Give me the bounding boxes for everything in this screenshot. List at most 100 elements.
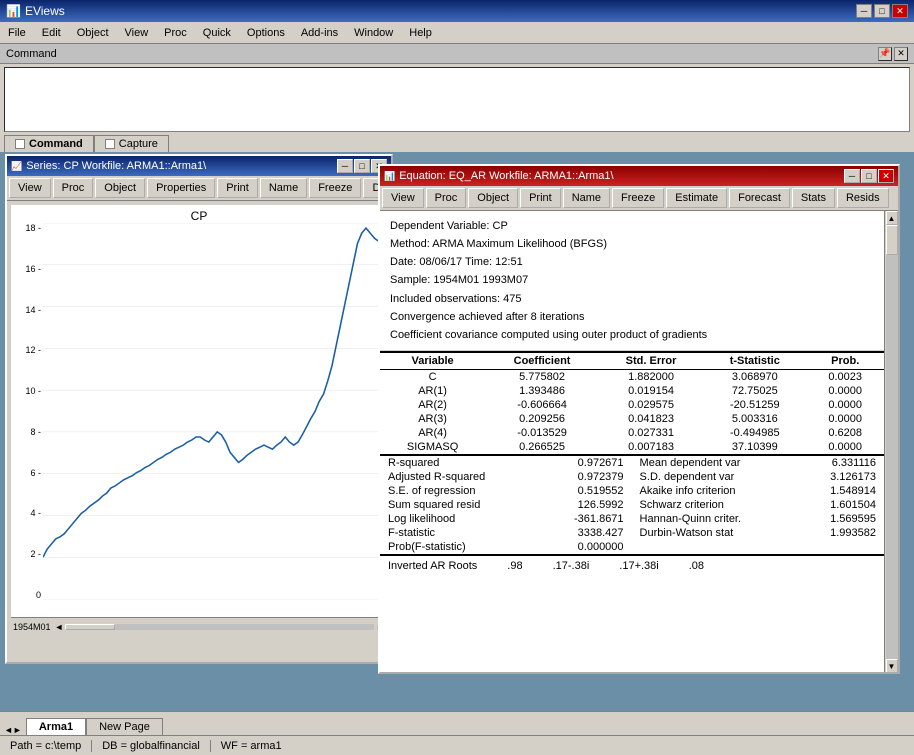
status-path: Path = c:\temp (0, 740, 92, 752)
command-bar-label: Command (6, 48, 57, 60)
scrollbar-thumb[interactable] (65, 624, 115, 630)
series-window: 📈 Series: CP Workfile: ARMA1::Arma1\ ─ □… (5, 154, 393, 664)
series-object-btn[interactable]: Object (95, 178, 145, 198)
chart-title: CP (11, 205, 387, 225)
menu-file[interactable]: File (0, 25, 34, 41)
scroll-down-btn[interactable]: ▼ (886, 659, 898, 673)
series-properties-btn[interactable]: Properties (147, 178, 215, 198)
stats-row: S.E. of regression 0.519552 Akaike info … (380, 484, 884, 498)
eq-window-titlebar: 📊 Equation: EQ_AR Workfile: ARMA1::Arma1… (380, 166, 898, 186)
tab-new-page[interactable]: New Page (86, 718, 163, 735)
stats-row: Sum squared resid 126.5992 Schwarz crite… (380, 498, 884, 512)
col-header-coefficient: Coefficient (485, 352, 599, 370)
series-minimize-btn[interactable]: ─ (337, 159, 353, 173)
tab-scroll-left[interactable]: ◄ (4, 725, 13, 735)
tab-scroll-right[interactable]: ► (13, 725, 22, 735)
eq-stats-btn[interactable]: Stats (792, 188, 835, 208)
eq-footer: Inverted AR Roots .98 .17-.38i .17+.38i … (380, 556, 884, 576)
maximize-button[interactable]: □ (874, 4, 890, 18)
y-axis: 18 - 16 - 14 - 12 - 10 - 8 - 6 - 4 - 2 -… (13, 223, 41, 600)
series-name-btn[interactable]: Name (260, 178, 307, 198)
tab-command[interactable]: Command (4, 135, 94, 152)
series-print-btn[interactable]: Print (217, 178, 258, 198)
eq-name-btn[interactable]: Name (563, 188, 610, 208)
eq-info-line-1: Dependent Variable: CP (390, 217, 874, 235)
window-controls: ─ □ ✕ (856, 4, 908, 18)
menu-proc[interactable]: Proc (156, 25, 195, 41)
series-toolbar: View Proc Object Properties Print Name F… (7, 176, 391, 201)
eq-resids-btn[interactable]: Resids (837, 188, 889, 208)
eq-view-btn[interactable]: View (382, 188, 424, 208)
eq-print-btn[interactable]: Print (520, 188, 561, 208)
command-close-button[interactable]: ✕ (894, 47, 908, 61)
eq-estimate-btn[interactable]: Estimate (666, 188, 727, 208)
eq-window-controls: ─ □ ✕ (844, 169, 894, 183)
table-row: AR(2) -0.606664 0.029575 -20.51259 0.000… (380, 398, 884, 412)
menu-options[interactable]: Options (239, 25, 293, 41)
series-view-btn[interactable]: View (9, 178, 51, 198)
eq-close-btn[interactable]: ✕ (878, 169, 894, 183)
series-proc-btn[interactable]: Proc (53, 178, 94, 198)
app-icon: 📊 (6, 4, 21, 18)
menu-window[interactable]: Window (346, 25, 401, 41)
bottom-nav: ◄ ► (4, 725, 22, 735)
eq-minimize-btn[interactable]: ─ (844, 169, 860, 183)
table-row: AR(1) 1.393486 0.019154 72.75025 0.0000 (380, 384, 884, 398)
eq-restore-btn[interactable]: □ (861, 169, 877, 183)
eq-scrollbar[interactable]: ▲ ▼ (884, 211, 898, 673)
eq-forecast-btn[interactable]: Forecast (729, 188, 790, 208)
tab-command-icon (15, 139, 25, 149)
stats-row: R-squared 0.972671 Mean dependent var 6.… (380, 456, 884, 470)
eq-info-line-5: Included observations: 475 (390, 290, 874, 308)
table-row: AR(4) -0.013529 0.027331 -0.494985 0.620… (380, 426, 884, 440)
menu-object[interactable]: Object (69, 25, 117, 41)
app-title: EViews (25, 4, 65, 18)
menu-help[interactable]: Help (401, 25, 440, 41)
stats-row: Adjusted R-squared 0.972379 S.D. depende… (380, 470, 884, 484)
table-row: C 5.775802 1.882000 3.068970 0.0023 (380, 369, 884, 384)
scroll-left-btn[interactable]: ◄ (55, 622, 64, 632)
command-textarea[interactable] (5, 68, 909, 131)
eq-info-line-7: Coefficient covariance computed using ou… (390, 326, 874, 344)
eq-content-area: Dependent Variable: CP Method: ARMA Maxi… (380, 211, 898, 673)
menu-addins[interactable]: Add-ins (293, 25, 346, 41)
eq-window-title: Equation: EQ_AR Workfile: ARMA1::Arma1\ (399, 170, 613, 182)
scroll-thumb[interactable] (886, 225, 898, 255)
menu-edit[interactable]: Edit (34, 25, 69, 41)
stats-row: Prob(F-statistic) 0.000000 (380, 540, 884, 555)
col-header-tstat: t-Statistic (703, 352, 806, 370)
series-restore-btn[interactable]: □ (354, 159, 370, 173)
scrollbar-info: 1954M01 (13, 622, 51, 632)
eq-info-line-3: Date: 08/06/17 Time: 12:51 (390, 253, 874, 271)
command-input-area[interactable] (4, 67, 910, 132)
tab-capture-icon (105, 139, 115, 149)
scroll-track[interactable] (886, 225, 898, 659)
eq-info-line-2: Method: ARMA Maximum Likelihood (BFGS) (390, 235, 874, 253)
tab-command-label: Command (29, 138, 83, 150)
series-freeze-btn[interactable]: Freeze (309, 178, 361, 198)
close-button[interactable]: ✕ (892, 4, 908, 18)
menu-view[interactable]: View (117, 25, 157, 41)
col-header-variable: Variable (380, 352, 485, 370)
eq-info-line-6: Convergence achieved after 8 iterations (390, 308, 874, 326)
scrollbar-track[interactable] (65, 624, 374, 630)
eq-toolbar: View Proc Object Print Name Freeze Estim… (380, 186, 898, 211)
table-row: SIGMASQ 0.266525 0.007183 37.10399 0.000… (380, 440, 884, 455)
scroll-up-btn[interactable]: ▲ (886, 211, 898, 225)
eq-main-content: Dependent Variable: CP Method: ARMA Maxi… (380, 211, 884, 673)
status-bar: Path = c:\temp DB = globalfinancial WF =… (0, 735, 914, 755)
eq-proc-btn[interactable]: Proc (426, 188, 467, 208)
eq-freeze-btn[interactable]: Freeze (612, 188, 664, 208)
ar-root-2: .17-.38i (553, 560, 590, 572)
ar-root-4: .08 (689, 560, 704, 572)
series-window-title: Series: CP Workfile: ARMA1::Arma1\ (26, 160, 206, 172)
command-pin-button[interactable]: 📌 (878, 47, 892, 61)
chart-scrollbar[interactable]: 1954M01 ◄ ► (11, 617, 387, 635)
command-bar-header: Command 📌 ✕ (0, 44, 914, 64)
tab-capture[interactable]: Capture (94, 135, 169, 152)
menu-quick[interactable]: Quick (195, 25, 239, 41)
tab-arma1[interactable]: Arma1 (26, 718, 86, 735)
stats-row: F-statistic 3338.427 Durbin-Watson stat … (380, 526, 884, 540)
minimize-button[interactable]: ─ (856, 4, 872, 18)
eq-object-btn[interactable]: Object (468, 188, 518, 208)
